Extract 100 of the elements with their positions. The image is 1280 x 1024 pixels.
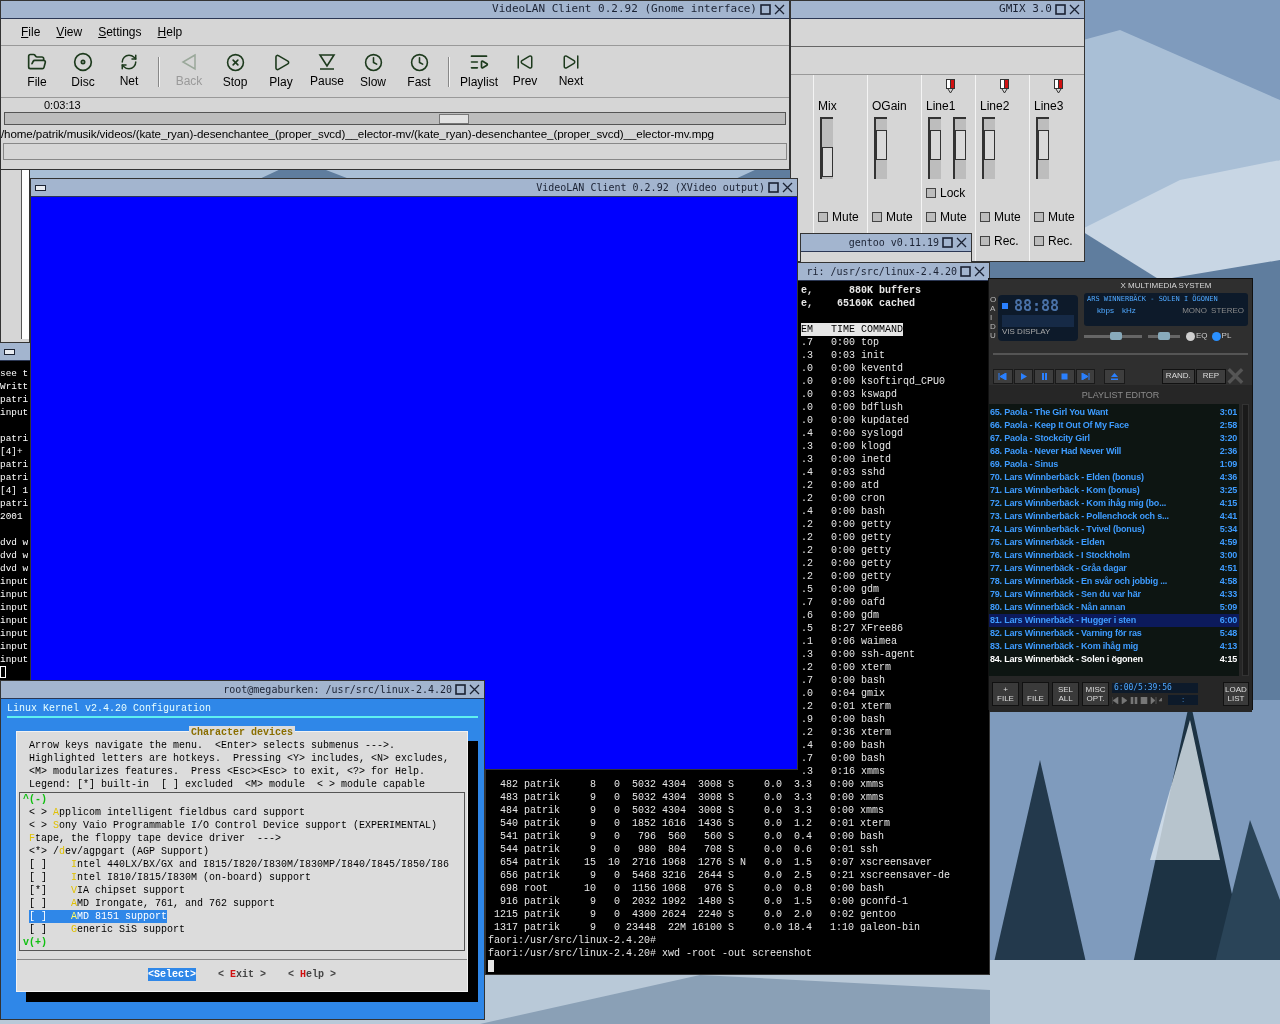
menu-item[interactable]: View [56,23,83,41]
checkbox[interactable] [980,236,990,246]
menu-item[interactable]: File [21,23,41,41]
playlist-item[interactable]: 79. Lars Winnerbäck - Sen du var här 4:33 [989,588,1239,601]
playlist-item[interactable]: 83. Lars Winnerbäck - Kom ihåg mig 4:13 [989,640,1239,653]
playlist-item[interactable]: 69. Paola - Sinus 1:09 [989,458,1239,471]
playlist-item[interactable]: 65. Paola - The Girl You Want 3:01 [989,406,1239,419]
playlist-item[interactable]: 78. Lars Winnerbäck - En svår och jobbig ... 4:58 [989,575,1239,588]
dialog-button[interactable]: <Select> [147,968,196,981]
clutterbar-letter[interactable]: A [990,304,996,313]
toolbar-button[interactable]: Playlist [456,48,502,95]
menu-item[interactable]: < > Applicom intelligent fieldbus card support [29,806,306,819]
toolbar-button[interactable]: Slow [350,48,396,95]
playlist-item[interactable]: 71. Lars Winnberbäck - Kom (bonus) 3:25 [989,484,1239,497]
volume-slider[interactable] [874,117,887,179]
toolbar-button[interactable]: Fast [396,48,442,95]
close-icon[interactable] [974,266,985,277]
clutterbar-letter[interactable]: U [990,331,996,340]
slider-thumb[interactable] [984,130,995,161]
maximize-icon[interactable] [942,237,953,248]
menu-item[interactable]: [ ] Generic SiS support [29,923,186,936]
maximize-icon[interactable] [768,182,779,193]
mono-indicator[interactable]: MONO [1181,306,1209,316]
playlist-item[interactable]: 70. Lars Winnberbäck - Elden (bonus) 4:36 [989,471,1239,484]
volume-slider[interactable] [1036,117,1049,179]
menu-item[interactable]: Ftape, the floppy tape device driver ---> [29,832,282,845]
next-button[interactable] [1075,368,1096,384]
clutterbar-letter[interactable]: D [990,322,996,331]
menu-item[interactable]: [*] VIA chipset support [29,884,186,897]
repeat-button[interactable]: REP [1195,368,1227,384]
slider-thumb[interactable] [876,130,887,161]
balance-slider[interactable] [1148,334,1180,338]
playlist-item[interactable]: 73. Lars Winnberbäck - Pollenchock och s... 4:41 [989,510,1239,523]
playlist-item[interactable]: 77. Lars Winnerbäck - Gråa dagar 4:51 [989,562,1239,575]
select-all-button[interactable]: SEL ALL [1052,682,1079,706]
playlist-item[interactable]: 81. Lars Winnerbäck - Hugger i sten 6:00 [989,614,1239,627]
misc-options-button[interactable]: MISC OPT. [1082,682,1109,706]
volume-slider[interactable] [928,117,941,179]
close-icon[interactable] [774,4,785,15]
clutterbar-letter[interactable]: O [990,295,997,304]
toolbar-button[interactable]: Play [258,48,304,95]
playlist-item[interactable]: 84. Lars Winnerbäck - Solen i ögonen 4:15 [989,653,1239,666]
maximize-icon[interactable] [760,4,771,15]
playlist-item[interactable]: 74. Lars Winnberbäck - Tvivel (bonus) 5:34 [989,523,1239,536]
close-icon[interactable] [956,237,967,248]
stop-button[interactable] [1055,368,1075,384]
checkbox[interactable] [1034,212,1044,222]
volume-slider[interactable] [982,117,995,179]
menu-item[interactable]: [ ] Intel 440LX/BX/GX and I815/I820/I830M/I830MP/I840/I845/I850/I86 [29,858,450,871]
checkbox[interactable] [818,212,828,222]
checkbox[interactable] [926,212,936,222]
toggle-light[interactable] [1186,331,1195,341]
maximize-icon[interactable] [960,266,971,277]
close-icon[interactable] [782,182,793,193]
slider-thumb[interactable] [1158,331,1170,340]
menu-item[interactable]: < > Sony Vaio Programmable I/O Control Device support (EXPERIMENTAL) [29,819,438,832]
menu-item[interactable]: Help [157,23,183,41]
load-list-button[interactable]: LOAD LIST [1223,682,1249,706]
playlist-item[interactable]: 80. Lars Winnerbäck - Nån annan 5:09 [989,601,1239,614]
menu-item[interactable]: Settings [98,23,142,41]
toolbar-button[interactable]: File [14,48,60,95]
checkbox[interactable] [926,188,936,198]
toolbar-button[interactable]: Pause [304,48,350,95]
dialog-button[interactable]: < Exit > [217,968,266,981]
playlist-item[interactable]: 67. Paola - Stockcity Girl 3:20 [989,432,1239,445]
close-icon[interactable] [469,684,480,695]
slider-thumb[interactable] [822,146,833,177]
seek-slider[interactable] [4,112,786,125]
playlist-item[interactable]: 66. Paola - Keep It Out Of My Face 2:58 [989,419,1239,432]
checkbox[interactable] [872,212,882,222]
toolbar-button[interactable]: Next [548,48,594,95]
pause-button[interactable] [1034,368,1054,384]
menu-item[interactable]: <*> /dev/agpgart (AGP Support) [29,845,210,858]
clutterbar-letter[interactable]: I [990,313,993,322]
toolbar-button[interactable]: Stop [212,48,258,95]
playlist-item[interactable]: 72. Lars Winnberbäck - Kom ihåg mig (bo... 4:15 [989,497,1239,510]
remove-file-button[interactable]: - FILE [1022,682,1049,706]
volume-slider[interactable] [1084,334,1142,338]
play-button[interactable] [1013,368,1034,384]
menu-item[interactable]: [ ] AMD Irongate, 761, and 762 support [29,897,276,910]
prev-button[interactable] [993,368,1013,384]
menu-item[interactable]: [ ] Intel I810/I815/I830M (on-board) support [29,871,312,884]
eject-button[interactable] [1104,368,1125,384]
scrollbar[interactable] [1242,404,1249,676]
toolbar-button[interactable]: Net [106,48,152,95]
slider-thumb[interactable] [1109,331,1122,340]
window-menu-icon[interactable] [4,348,15,355]
stereo-indicator[interactable]: STEREO [1210,306,1245,316]
maximize-icon[interactable] [1055,4,1066,15]
volume-slider[interactable] [820,117,833,179]
playlist-item[interactable]: 68. Paola - Never Had Never Will 2:36 [989,445,1239,458]
toolbar-button[interactable]: Prev [502,48,548,95]
menu-item[interactable]: [ ] AMD 8151 support [29,910,168,923]
close-icon[interactable] [1069,4,1080,15]
checkbox[interactable] [980,212,990,222]
playlist-item[interactable]: 76. Lars Winnerbäck - I Stockholm 3:00 [989,549,1239,562]
shuffle-button[interactable]: RAND. [1161,368,1195,384]
toolbar-button[interactable]: Disc [60,48,106,95]
playlist-item[interactable]: 82. Lars Winnerbäck - Varning för ras 5:48 [989,627,1239,640]
dialog-button[interactable]: < Help > [288,968,337,981]
